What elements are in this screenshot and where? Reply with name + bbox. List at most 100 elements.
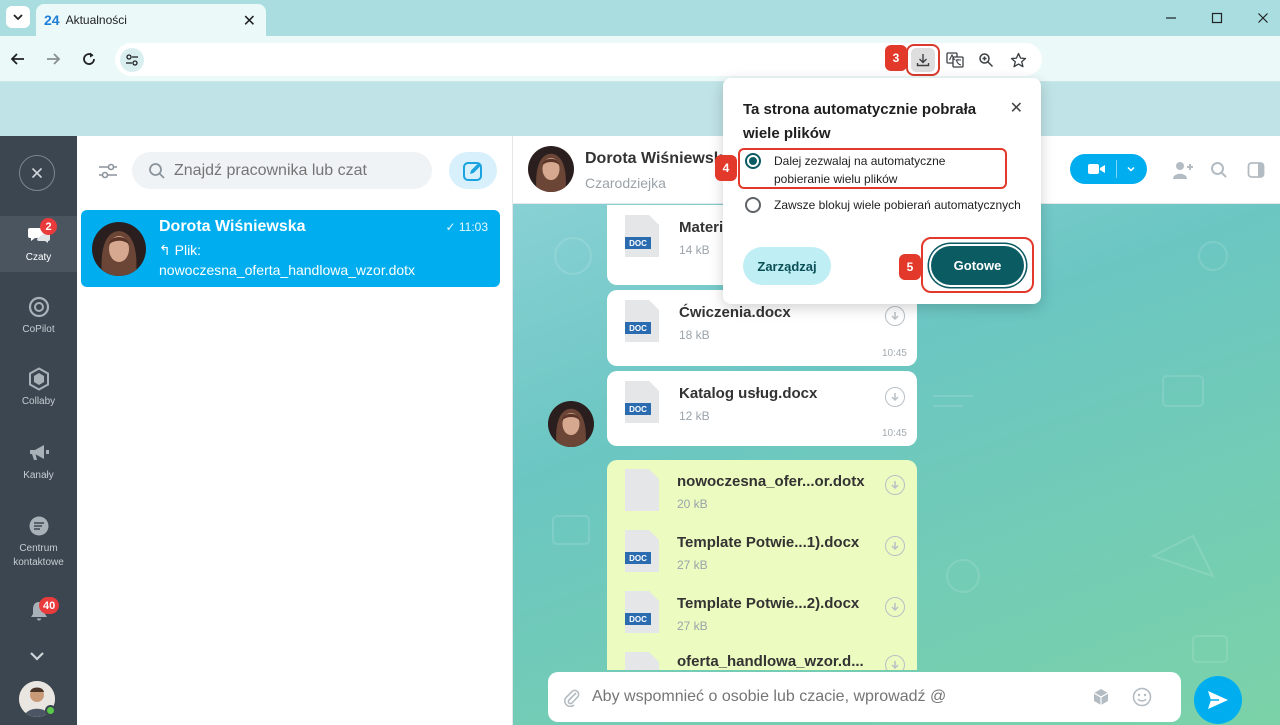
chat-search-button[interactable] <box>1207 158 1231 182</box>
popup-title: Ta strona automatycznie pobrała wiele pl… <box>743 101 977 142</box>
step-marker-5: 5 <box>899 254 921 280</box>
file-attachment[interactable]: oferta_handlowa_wzor.d... <box>625 652 905 670</box>
search-icon <box>149 162 165 179</box>
zoom-in-icon <box>979 53 994 68</box>
doc-tag: DOC <box>629 239 647 248</box>
emoji-icon[interactable] <box>1132 687 1152 707</box>
download-file-button[interactable] <box>885 597 905 617</box>
option-block-label[interactable]: Zawsze blokuj wiele pobierań automatyczn… <box>774 196 1036 214</box>
new-chat-button[interactable] <box>449 152 497 189</box>
file-attachment[interactable]: DOC Ćwiczenia.docx 18 kB <box>625 300 905 360</box>
download-file-button[interactable] <box>885 655 905 670</box>
back-button[interactable] <box>6 46 30 72</box>
step-marker-4: 4 <box>715 155 737 181</box>
doc-tag: DOC <box>629 615 647 624</box>
send-button[interactable] <box>1194 676 1242 724</box>
chevron-down-icon <box>13 14 23 21</box>
chevron-down-icon <box>30 652 44 661</box>
paperclip-icon[interactable] <box>562 687 582 707</box>
file-name: Ćwiczenia.docx <box>679 304 791 321</box>
tab-search-button[interactable] <box>6 6 30 28</box>
file-attachment[interactable]: DOC Katalog usług.docx 12 kB <box>625 381 905 441</box>
file-attachment[interactable]: nowoczesna_ofer...or.dotx 20 kB <box>625 469 905 529</box>
chat-header-name[interactable]: Dorota Wiśniewska <box>585 150 732 168</box>
message-sender-avatar[interactable] <box>548 401 594 447</box>
manage-button[interactable]: Zarządzaj <box>743 247 831 285</box>
file-attachment[interactable]: DOC Template Potwie...2).docx 27 kB <box>625 591 905 651</box>
doc-file-icon: DOC <box>625 381 659 423</box>
option-allow-label[interactable]: Dalej zezwalaj na automatyczne pobierani… <box>774 152 1004 188</box>
browser-tab[interactable]: 24 Aktualności ✕ <box>36 4 266 36</box>
download-arrow-icon <box>891 661 899 670</box>
chat-list-item[interactable]: Dorota Wiśniewska ✓ 11:03 ↰ Plik: nowocz… <box>81 210 500 287</box>
chevron-down-icon <box>1127 166 1135 172</box>
done-button[interactable]: Gotowe <box>931 246 1024 285</box>
downloads-button[interactable] <box>911 48 935 72</box>
message-input-bar[interactable] <box>548 672 1181 722</box>
online-status-dot <box>45 705 56 716</box>
doc-tag: DOC <box>629 554 647 563</box>
site-info-button[interactable] <box>120 48 144 72</box>
cube-icon[interactable] <box>1092 688 1110 706</box>
video-call-button[interactable] <box>1070 154 1147 184</box>
reload-button[interactable] <box>77 46 101 72</box>
add-user-icon <box>1173 162 1193 179</box>
message-bubble: DOC Katalog usług.docx 12 kB 10:45 <box>607 371 917 446</box>
maximize-button[interactable] <box>1202 6 1232 30</box>
download-file-button[interactable] <box>885 387 905 407</box>
popup-close-icon[interactable]: ✕ <box>1010 98 1023 118</box>
close-icon <box>31 167 43 179</box>
download-arrow-icon <box>891 393 899 402</box>
minimize-button[interactable] <box>1156 6 1186 30</box>
download-file-button[interactable] <box>885 475 905 495</box>
contact-avatar <box>92 222 146 276</box>
file-size: 27 kB <box>677 558 708 572</box>
zoom-button[interactable] <box>973 47 999 73</box>
message-time: 10:45 <box>881 348 907 359</box>
radio-allow[interactable] <box>745 153 761 169</box>
arrow-left-icon <box>10 53 24 65</box>
nav-item-contact-center[interactable]: Centrum kontaktowe <box>0 513 77 570</box>
nav-item-chats[interactable]: Czaty <box>0 222 77 265</box>
bookmark-button[interactable] <box>1005 47 1031 73</box>
close-icon <box>1258 13 1268 23</box>
search-icon <box>1211 162 1227 178</box>
download-file-button[interactable] <box>885 536 905 556</box>
nav-item-channels[interactable]: Kanały <box>0 440 77 483</box>
chat-item-preview-label: ↰ Plik: <box>159 242 202 258</box>
search-box[interactable] <box>132 152 432 189</box>
chat-item-preview-text: nowoczesna_oferta_handlowa_wzor.dotx <box>159 262 416 278</box>
search-input[interactable] <box>174 161 414 180</box>
site-logo-icon: 24 <box>44 12 60 28</box>
nav-item-collaby[interactable]: Collaby <box>0 366 77 409</box>
own-message-bubble: nowoczesna_ofer...or.dotx 20 kB DOC Temp… <box>607 460 917 670</box>
file-size: 14 kB <box>679 243 710 257</box>
nav-item-copilot[interactable]: CoPilot <box>0 294 77 337</box>
download-arrow-icon <box>891 312 899 321</box>
header-avatar[interactable] <box>528 146 574 192</box>
download-icon <box>916 54 930 67</box>
message-input[interactable] <box>592 688 1072 706</box>
file-size: 18 kB <box>679 328 710 342</box>
download-file-button[interactable] <box>885 306 905 326</box>
translate-button[interactable] <box>942 47 968 73</box>
file-name: Template Potwie...2).docx <box>677 595 860 612</box>
filter-button[interactable] <box>97 160 119 182</box>
nav-label-contact-center: Centrum kontaktowe <box>13 543 64 568</box>
file-size: 20 kB <box>677 497 708 511</box>
forward-button[interactable] <box>41 46 65 72</box>
nav-label-chats: Czaty <box>25 252 52 263</box>
close-menu-button[interactable] <box>19 155 55 191</box>
multiple-downloads-popup: Ta strona automatycznie pobrała wiele pl… <box>723 78 1041 304</box>
tab-close-icon[interactable]: ✕ <box>243 11 256 31</box>
sidebar-toggle-button[interactable] <box>1244 158 1268 182</box>
window-close-button[interactable] <box>1248 6 1278 30</box>
more-nav-button[interactable] <box>27 646 49 666</box>
file-attachment[interactable]: DOC Template Potwie...1).docx 27 kB <box>625 530 905 590</box>
chat-item-time: ✓ 11:03 <box>445 220 488 234</box>
radio-block[interactable] <box>745 197 761 213</box>
collaby-icon <box>26 366 52 392</box>
compose-icon <box>463 161 482 181</box>
tune-icon <box>126 54 138 66</box>
add-user-button[interactable] <box>1171 158 1195 182</box>
